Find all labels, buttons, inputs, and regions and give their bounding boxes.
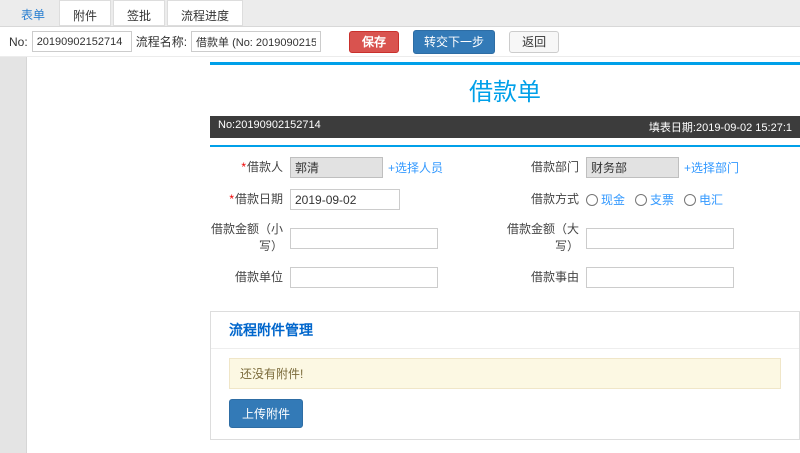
toolbar: No: 流程名称: 保存 转交下一步 返回 [0,27,800,57]
page-title: 借款单 [469,79,541,106]
amount-lower-field [290,227,498,249]
form-subheader: No:20190902152714 填表日期:2019-09-02 15:27:… [210,116,800,138]
date-label-text: 借款日期 [234,191,283,206]
date-label: *借款日期 [210,191,290,208]
tab-progress[interactable]: 流程进度 [167,0,244,26]
unit-label-text: 借款单位 [234,269,283,284]
tab-attachment[interactable]: 附件 [59,0,112,26]
borrower-label: *借款人 [210,159,290,176]
no-input[interactable] [31,31,132,52]
amount-upper-field [586,227,800,249]
method-label: 借款方式 [498,191,586,208]
unit-input[interactable] [290,266,438,288]
method-option-cash[interactable]: 现金 [586,191,625,208]
borrower-field: +选择人员 [290,157,498,178]
amount-upper-label: 借款金额（大写） [498,221,586,256]
cash-radio[interactable] [586,193,598,206]
tab-approval[interactable]: 签批 [113,0,166,26]
dept-label-text: 借款部门 [530,159,579,174]
cash-radio-label: 现金 [601,193,626,207]
borrower-label-text: 借款人 [246,159,283,174]
next-step-button[interactable]: 转交下一步 [413,29,496,54]
tab-form[interactable]: 表单 [8,0,58,26]
loan-form-panel: 借款单 No:20190902152714 填表日期:2019-09-02 15… [210,62,800,453]
dept-field: +选择部门 [586,157,800,178]
unit-field [290,266,498,288]
attachment-section: 流程附件管理 还没有附件! 上传附件 [210,310,800,440]
select-dept-link[interactable]: +选择部门 [684,159,739,176]
process-name-input[interactable] [191,31,322,52]
attachment-section-title: 流程附件管理 [211,312,799,349]
process-name-label: 流程名称: [135,35,188,49]
method-label-text: 借款方式 [530,191,579,206]
borrower-input[interactable] [290,157,383,178]
amount-lower-label-text: 借款金额（小写） [210,222,283,254]
form-number-text: No:20190902152714 [218,119,321,131]
form-date-text: 填表日期:2019-09-02 15:27:1 [648,122,792,134]
reason-field [586,266,800,288]
dept-input[interactable] [586,157,679,178]
check-radio-label: 支票 [650,193,675,207]
no-label: No: [9,34,28,49]
date-field [290,189,498,210]
method-field: 现金 支票 电汇 [586,191,800,208]
method-option-wire[interactable]: 电汇 [684,191,723,208]
required-mark: * [229,191,234,206]
amount-lower-label: 借款金额（小写） [210,221,290,256]
dept-label: 借款部门 [498,159,586,176]
select-person-link[interactable]: +选择人员 [388,159,443,176]
wire-radio[interactable] [684,193,697,206]
upload-attachment-button[interactable]: 上传附件 [229,398,304,428]
back-button[interactable]: 返回 [509,30,560,53]
amount-lower-input[interactable] [290,227,438,249]
collapsed-sidebar-strip [0,57,27,453]
check-radio[interactable] [635,193,648,206]
required-mark: * [241,159,246,174]
amount-upper-label-text: 借款金额（大写） [506,222,579,254]
unit-label: 借款单位 [210,269,290,286]
wire-radio-label: 电汇 [699,193,724,207]
reason-input[interactable] [586,266,734,288]
loan-date-input[interactable] [290,189,400,210]
no-attachment-notice: 还没有附件! [229,357,781,389]
amount-upper-input[interactable] [586,227,734,249]
tab-bar: 表单 附件 签批 流程进度 [0,0,800,27]
save-button[interactable]: 保存 [349,30,400,53]
method-option-check[interactable]: 支票 [635,191,674,208]
reason-label-text: 借款事由 [530,269,579,284]
form-fields: *借款人 +选择人员 借款部门 +选择部门 *借款日期 借款方式 现金 支票 [210,147,800,300]
reason-label: 借款事由 [498,269,586,286]
